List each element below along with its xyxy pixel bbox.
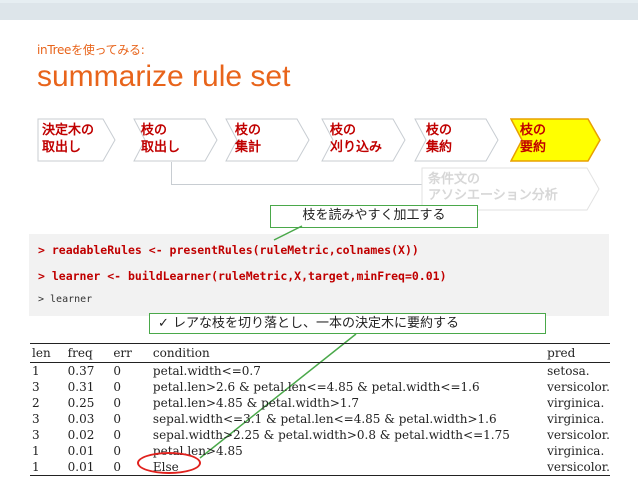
- cell-err: 0: [113, 411, 121, 426]
- cell-len: 3: [32, 379, 40, 394]
- step-5-chevron: 枝の 集約: [414, 118, 500, 162]
- step-3-label: 枝の 集計: [235, 123, 262, 155]
- cell-err: 0: [113, 427, 121, 442]
- table-row: 2 0.25 0 petal.len>4.85 & petal.width>1.7 vi…: [30, 395, 610, 411]
- step-6-chevron: 枝の 要約: [510, 118, 602, 162]
- step-3-chevron: 枝の 集計: [225, 118, 311, 162]
- column-header-freq: freq: [65, 343, 112, 363]
- table-row: 3 0.02 0 sepal.width>2.25 & petal.width>0.8…: [30, 427, 610, 443]
- cell-pred: versicolor.: [547, 427, 610, 442]
- cell-freq: 0.01: [67, 443, 95, 458]
- slide-title: summarize rule set: [37, 60, 291, 93]
- table-row: 1 0.37 0 petal.width<=0.7 setosa.: [30, 363, 610, 380]
- cell-freq: 0.31: [67, 379, 95, 394]
- cell-len: 1: [32, 363, 40, 378]
- code-line-2: > learner <- buildLearner(ruleMetric,X,t…: [38, 269, 447, 283]
- code-line-3: > learner: [38, 294, 93, 305]
- column-header-condition: condition: [150, 343, 546, 363]
- step-1-label: 決定木の 取出し: [42, 123, 95, 155]
- step-5-label: 枝の 集約: [426, 123, 453, 155]
- cell-pred: virginica.: [547, 395, 605, 410]
- code-line-1: > readableRules <- presentRules(ruleMetr…: [38, 243, 419, 257]
- cell-pred: setosa.: [547, 363, 590, 378]
- cell-len: 2: [32, 395, 40, 410]
- cell-condition: petal.width<=0.7: [152, 363, 261, 378]
- branch-step-label: 条件文の アソシエーション分析: [428, 172, 558, 203]
- else-highlight-ellipse: [137, 452, 201, 474]
- cell-len: 1: [32, 443, 40, 458]
- cell-freq: 0.03: [67, 411, 95, 426]
- column-header-len: len: [30, 343, 66, 363]
- cell-condition: Else: [150, 459, 546, 476]
- cell-err: 0: [113, 379, 121, 394]
- top-bar-accent: [0, 0, 638, 3]
- cell-len: 1: [30, 459, 66, 476]
- slide-top-bar: [0, 0, 638, 20]
- step-4-label: 枝の 刈り込み: [330, 123, 383, 155]
- cell-condition: petal.len>4.85 & petal.width>1.7: [152, 395, 359, 410]
- cell-condition: sepal.width<=3.1 & petal.len<=4.85 & pet…: [152, 411, 497, 426]
- cell-condition: sepal.width>2.25 & petal.width>0.8 & pet…: [152, 427, 510, 442]
- callout-top: 枝を読みやすく加工する: [270, 205, 478, 228]
- cell-len: 3: [32, 411, 40, 426]
- cell-pred: virginica.: [547, 443, 605, 458]
- step-2-label: 枝の 取出し: [141, 123, 181, 155]
- column-header-err: err: [111, 343, 151, 363]
- cell-pred: virginica.: [547, 411, 605, 426]
- cell-len: 3: [32, 427, 40, 442]
- step-2-chevron: 枝の 取出し: [133, 118, 219, 162]
- table-header-row: len freq err condition pred: [30, 343, 610, 363]
- cell-freq: 0.02: [67, 427, 95, 442]
- cell-pred: versicolor.: [545, 459, 610, 476]
- cell-condition: petal.len>4.85: [152, 443, 243, 458]
- callout-bottom: ✓ レアな枝を切り落とし、一本の決定木に要約する: [149, 313, 546, 334]
- cell-freq: 0.01: [65, 459, 112, 476]
- cell-err: 0: [113, 363, 121, 378]
- branch-connector: [171, 162, 422, 185]
- code-block: > readableRules <- presentRules(ruleMetr…: [29, 234, 609, 316]
- column-header-pred: pred: [545, 343, 610, 363]
- slide-subtitle: inTreeを使ってみる:: [37, 43, 145, 57]
- cell-condition: petal.len>2.6 & petal.len<=4.85 & petal.…: [152, 379, 480, 394]
- step-6-label: 枝の 要約: [520, 123, 547, 155]
- cell-freq: 0.25: [67, 395, 95, 410]
- cell-freq: 0.37: [67, 363, 95, 378]
- table-row: 3 0.03 0 sepal.width<=3.1 & petal.len<=4.85…: [30, 411, 610, 427]
- table-row: 1 0.01 0 Else versicolor.: [30, 459, 610, 476]
- table-row: 3 0.31 0 petal.len>2.6 & petal.len<=4.85 & …: [30, 379, 610, 395]
- table-row: 1 0.01 0 petal.len>4.85 virginica.: [30, 443, 610, 459]
- cell-pred: versicolor.: [547, 379, 610, 394]
- step-1-chevron: 決定木の 取出し: [37, 118, 117, 162]
- rule-table: len freq err condition pred 1 0.37 0 petal.…: [30, 343, 610, 476]
- step-4-chevron: 枝の 刈り込み: [321, 118, 407, 162]
- cell-err: 0: [113, 395, 121, 410]
